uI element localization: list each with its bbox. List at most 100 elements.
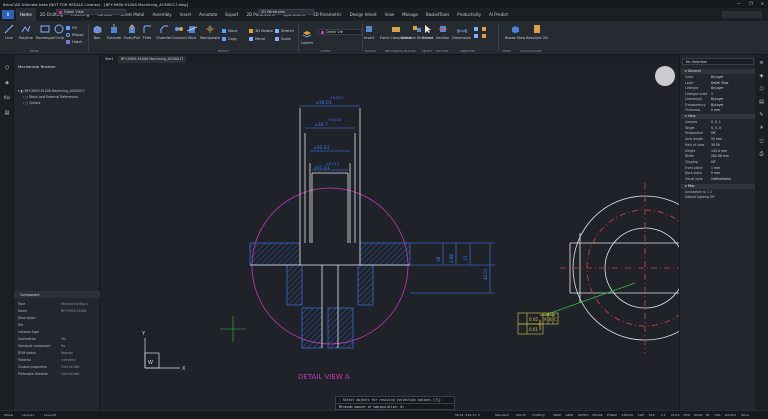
property-value[interactable]: 0 mm <box>711 108 720 113</box>
section-button[interactable]: Section <box>436 24 449 40</box>
component-property-row[interactable]: BOM status Regular <box>18 351 98 357</box>
tab-annotate[interactable]: Annotate <box>195 8 221 21</box>
layers-icon[interactable]: ◈ <box>758 73 765 80</box>
print-icon[interactable]: ⎙ <box>758 151 765 158</box>
library-icon[interactable]: ▤ <box>758 99 765 106</box>
status-toggle[interactable]: LOCKUI <box>725 413 736 417</box>
tab-design-intent[interactable]: Design Intent <box>346 8 381 21</box>
scale-button[interactable]: Scale <box>275 37 291 41</box>
status-toggle[interactable]: QUAD <box>694 413 703 417</box>
view-property-row[interactable]: Height 143.4 mm <box>685 149 755 154</box>
annotate-tool-4[interactable] <box>482 34 486 38</box>
tab-ai-predict[interactable]: AI Predict <box>485 8 512 21</box>
property-value[interactable]: Regular <box>61 351 73 355</box>
close-button[interactable]: ✕ <box>761 1 764 6</box>
component-property-row[interactable]: File <box>18 323 98 329</box>
stretch-button[interactable]: Stretch <box>275 29 294 33</box>
status-toggle[interactable]: STRACK <box>622 413 634 417</box>
view-property-row[interactable]: Back plane 0 mm <box>685 171 755 176</box>
fillet-button[interactable]: Fillet <box>142 24 152 40</box>
property-value[interactable]: Yes <box>61 337 66 341</box>
view-property-row[interactable]: Front plane 1 mm <box>685 166 755 171</box>
fill-button[interactable]: Fill <box>66 26 77 30</box>
property-value[interactable]: 0, 0, 0 <box>711 126 721 131</box>
command-line[interactable]: : Select objects for resizing [selection… <box>335 396 455 410</box>
properties-icon[interactable]: ≡ <box>758 60 765 67</box>
visual-style-select[interactable]: 2D Wireframe <box>258 9 314 15</box>
component-property-row[interactable]: Custom properties Click to edit <box>18 365 98 371</box>
general-property-row[interactable]: Linetype scale 1 <box>685 92 755 97</box>
property-value[interactable]: 50 mm <box>711 137 722 142</box>
section-misc[interactable]: ▾ Misc <box>681 184 755 189</box>
mechanical-browser-icon[interactable]: ⬡ <box>3 65 11 73</box>
status-toggle[interactable]: ORTHO <box>578 413 589 417</box>
tab-export[interactable]: Export <box>221 8 242 21</box>
annotate-tool-3[interactable] <box>482 27 486 31</box>
workspace-select[interactable]: Detail View <box>56 9 126 15</box>
drawing-svg[interactable]: ⌀38.01 +0.014 ⌀34.7 +0.016 ⌀32.01 +0.013… <box>100 63 679 396</box>
circle-button[interactable]: Circle <box>54 24 64 40</box>
line-button[interactable]: Line <box>4 24 14 40</box>
view-property-row[interactable]: Field of view 39.59 <box>685 143 755 148</box>
connect-button[interactable]: Connect <box>172 24 187 40</box>
component-property-row[interactable]: Geometries Yes <box>18 337 98 343</box>
command-input[interactable]: Minimum amount of manipulation: 0> <box>336 403 454 410</box>
maximize-button[interactable]: ❐ <box>749 1 753 6</box>
push-pull-button[interactable]: Push/Pull <box>124 24 140 40</box>
tab-basket-tools[interactable]: BasketTools <box>422 8 453 21</box>
status-toggle[interactable]: POLAR <box>593 413 603 417</box>
property-value[interactable]: BFY-9909-91008 <box>61 309 86 313</box>
property-value[interactable]: Off <box>711 131 716 136</box>
tab-start[interactable]: Start <box>102 56 116 63</box>
ellipse-button[interactable]: Ellipse <box>66 33 84 37</box>
insert-button[interactable]: Insert <box>364 24 374 40</box>
property-value[interactable]: ByLayer <box>711 86 724 91</box>
status-toggle[interactable]: DUCS <box>671 413 680 417</box>
extrude-button[interactable]: Extrude <box>107 24 121 40</box>
status-toggle[interactable]: Drafting <box>532 413 544 417</box>
property-value[interactable]: 0 mm <box>711 171 720 176</box>
section-general[interactable]: ▾ General <box>681 69 755 74</box>
property-value[interactable]: Detail View <box>711 81 728 86</box>
chamfer-button[interactable]: Chamfer <box>156 24 171 40</box>
view-property-row[interactable]: Width 262.68 mm <box>685 154 755 159</box>
component-property-row[interactable]: Preferable direction Click to edit <box>18 372 98 378</box>
view-property-row[interactable]: Lens length 50 mm <box>685 137 755 142</box>
manipulate-button[interactable]: Manipulate <box>200 24 220 40</box>
property-value[interactable]: 0, 0, 1 <box>711 120 721 125</box>
box-button[interactable]: Box <box>92 24 102 40</box>
annotate-tool-2[interactable] <box>474 34 478 38</box>
component-property-row[interactable]: Material <inherit> <box>18 358 98 364</box>
search-input[interactable] <box>722 11 762 18</box>
view-property-row[interactable]: Visual style 2dWireframe <box>685 177 755 182</box>
tab-document[interactable]: BFY-9909-91008 Machining_ACM0017 <box>118 56 187 63</box>
property-value[interactable]: ByLayer <box>711 97 724 102</box>
status-toggle[interactable]: ISO-25 <box>516 413 526 417</box>
status-toggle[interactable]: RT <box>706 413 710 417</box>
property-value[interactable]: 1 <box>711 92 713 97</box>
tab-layout2[interactable]: Layout2 <box>44 413 56 417</box>
property-value[interactable]: ByLayer <box>711 103 724 108</box>
navigation-ball[interactable] <box>655 66 675 86</box>
component-property-row[interactable]: Standard component No <box>18 344 98 350</box>
component-property-row[interactable]: Name BFY-9909-91008 <box>18 309 98 315</box>
status-toggle[interactable]: 58.51, 344.73, 0 <box>455 413 480 417</box>
status-toggle[interactable]: GRID <box>566 413 574 417</box>
tab-model[interactable]: Model <box>4 413 13 417</box>
render-icon[interactable]: ☀ <box>758 125 765 132</box>
status-toggle[interactable]: ESNAP <box>607 413 617 417</box>
property-value[interactable]: Click to edit <box>61 372 79 376</box>
property-value[interactable]: 262.68 mm <box>711 154 729 159</box>
general-property-row[interactable]: Thickness 0 mm <box>685 108 755 113</box>
view-property-row[interactable]: Camera 0, 0, 1 <box>685 120 755 125</box>
polyline-button[interactable]: Polyline <box>19 24 33 40</box>
general-property-row[interactable]: Color ByLayer <box>685 75 755 80</box>
status-toggle[interactable]: TILE <box>648 413 654 417</box>
tab-view[interactable]: View <box>381 8 399 21</box>
general-property-row[interactable]: Linetype ByLayer <box>685 86 755 91</box>
tab-3d-parametric[interactable]: 3D Parametric <box>309 8 346 21</box>
view-property-row[interactable]: Perspective Off <box>685 131 755 136</box>
general-property-row[interactable]: Layer Detail View <box>685 81 755 86</box>
selection-dropdown[interactable]: No Selection <box>682 58 754 65</box>
component-section-header[interactable]: Component <box>14 291 100 298</box>
